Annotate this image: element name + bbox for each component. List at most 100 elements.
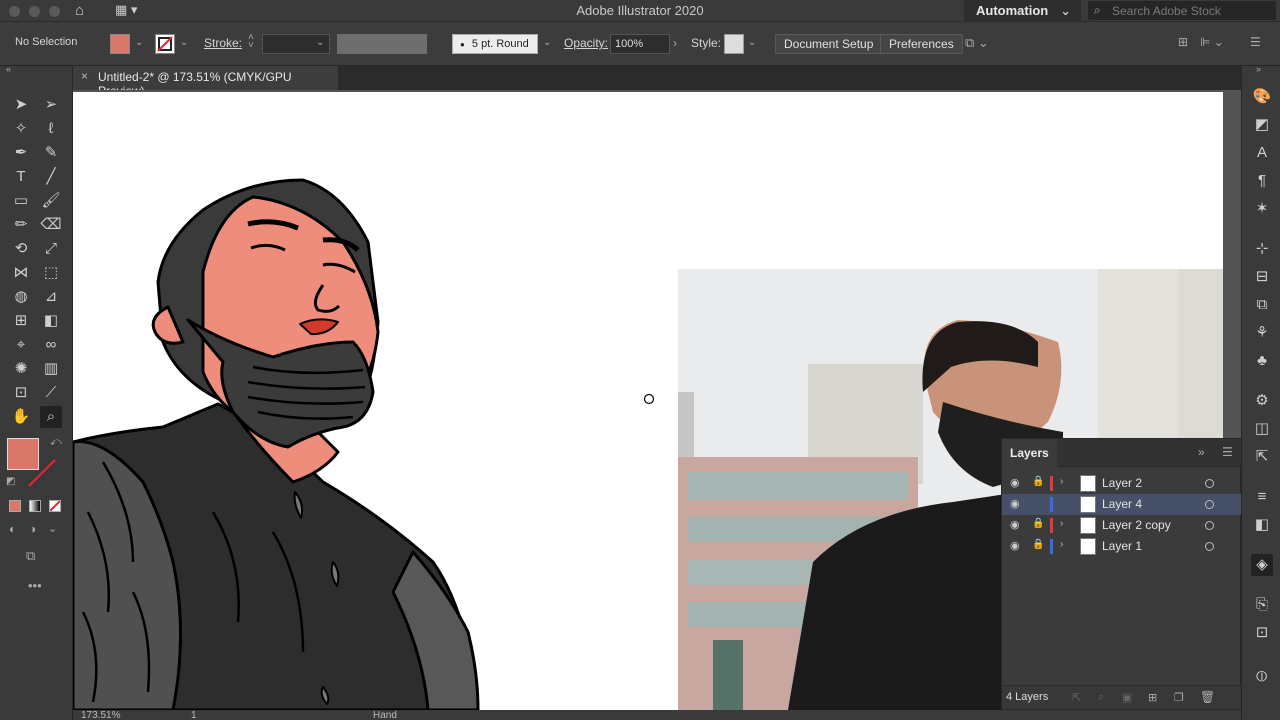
new-sublayer-icon[interactable]: ⊞	[1148, 691, 1157, 704]
chevron-right-icon[interactable]: ›	[1060, 539, 1063, 550]
stroke-label[interactable]: Stroke:	[204, 36, 242, 50]
document-setup-button[interactable]: Document Setup	[775, 34, 883, 54]
character-panel-icon[interactable]: A	[1251, 142, 1273, 164]
visibility-eye-icon[interactable]: ◉	[1010, 497, 1020, 510]
lasso-tool-icon[interactable]: ℓ	[40, 118, 62, 140]
panel-menu-icon[interactable]: ☰	[1222, 445, 1233, 459]
stroke-weight-stepper[interactable]: ˄ ˅	[248, 33, 254, 51]
layer-name[interactable]: Layer 2	[1102, 476, 1142, 490]
expand-panels-icon[interactable]: »	[1256, 64, 1261, 74]
gradient-tool-icon[interactable]: ◧	[40, 310, 62, 332]
preferences-button[interactable]: Preferences	[880, 34, 963, 54]
variable-width-profile[interactable]	[337, 34, 427, 54]
mesh-tool-icon[interactable]: ⊞	[10, 310, 32, 332]
layer-name[interactable]: Layer 2 copy	[1102, 518, 1171, 532]
align-panel-icon[interactable]: ⊟	[1251, 266, 1273, 288]
type-tool-icon[interactable]: T	[10, 166, 32, 188]
lock-icon[interactable]: 🔒	[1032, 476, 1044, 487]
opacity-label[interactable]: Opacity:	[564, 36, 608, 50]
visibility-eye-icon[interactable]: ◉	[1010, 539, 1020, 552]
stock-search-input[interactable]: ⌕ Search Adobe Stock	[1088, 1, 1276, 20]
layer-row[interactable]: ◉ 🔒 › Layer 1	[1002, 536, 1242, 557]
paragraph-panel-icon[interactable]: ¶	[1251, 170, 1273, 192]
pencil-tool-icon[interactable]: ✏	[10, 214, 32, 236]
graphic-styles-icon[interactable]: ◫	[1251, 418, 1273, 440]
opacity-input[interactable]: 100%	[610, 34, 670, 54]
zoom-level[interactable]: 173.51%	[81, 710, 120, 720]
shape-builder-tool-icon[interactable]: ◍	[10, 286, 32, 308]
layer-target-icon[interactable]	[1205, 479, 1214, 488]
chevron-down-icon[interactable]: ⌄	[316, 37, 324, 48]
chevron-right-icon[interactable]: ›	[1060, 518, 1063, 529]
color-mode-icon[interactable]	[9, 500, 21, 512]
lock-icon[interactable]: 🔒	[1032, 539, 1044, 550]
color-panel-icon[interactable]: 🎨	[1251, 86, 1273, 108]
artboard-tool-icon[interactable]: ⊡	[10, 382, 32, 404]
chevron-down-icon[interactable]: ⌄	[135, 37, 143, 48]
column-graph-tool-icon[interactable]: ▥	[40, 358, 62, 380]
layer-target-icon[interactable]	[1205, 500, 1214, 509]
close-icon[interactable]: ×	[81, 69, 88, 83]
screen-mode-icon[interactable]: ⧉	[26, 548, 35, 564]
pathfinder-panel-icon[interactable]: ⧉	[1251, 294, 1273, 316]
transform-panel-icon[interactable]: ⊹	[1251, 238, 1273, 260]
layers-panel-tab[interactable]: Layers	[1002, 439, 1057, 467]
blend-tool-icon[interactable]: ∞	[40, 334, 62, 356]
chevron-right-icon[interactable]: ›	[1060, 476, 1063, 487]
visibility-eye-icon[interactable]: ◉	[1010, 518, 1020, 531]
chevron-down-icon[interactable]: ⌄	[543, 37, 551, 48]
swap-fill-stroke-icon[interactable]: ⤺	[50, 436, 62, 449]
layer-name[interactable]: Layer 1	[1102, 539, 1142, 553]
layer-row[interactable]: ◉ Layer 4	[1002, 494, 1242, 515]
eyedropper-tool-icon[interactable]: ⌖	[10, 334, 32, 356]
fill-color-swatch[interactable]	[110, 34, 130, 54]
selection-tool-icon[interactable]: ➤	[10, 94, 32, 116]
none-mode-icon[interactable]	[49, 500, 61, 512]
draw-normal-icon[interactable]: ◐	[9, 522, 16, 536]
collapse-panel-icon[interactable]: »	[1198, 445, 1205, 459]
rectangle-tool-icon[interactable]: ▭	[10, 190, 32, 212]
zoom-tool-icon[interactable]: ⌕	[40, 406, 62, 428]
graphic-style-swatch[interactable]	[724, 34, 744, 54]
menu-icon[interactable]: ☰	[1250, 35, 1261, 49]
color-guide-icon[interactable]: ◩	[1251, 114, 1273, 136]
paintbrush-tool-icon[interactable]: 🖌	[40, 190, 62, 212]
layer-target-icon[interactable]	[1205, 542, 1214, 551]
rotate-tool-icon[interactable]: ⟲	[10, 238, 32, 260]
trash-icon[interactable]: 🗑	[1200, 690, 1215, 704]
appearance-panel-icon[interactable]: ⚙	[1251, 390, 1273, 412]
lock-icon[interactable]: 🔒	[1032, 518, 1044, 529]
magic-wand-tool-icon[interactable]: ✧	[10, 118, 32, 140]
perspective-grid-tool-icon[interactable]: ⊿	[40, 286, 62, 308]
align-icon[interactable]: ⊞	[1178, 35, 1188, 49]
chevron-down-icon[interactable]: ⌄	[180, 37, 188, 48]
layer-target-icon[interactable]	[1205, 521, 1214, 530]
curvature-tool-icon[interactable]: ✎	[40, 142, 62, 164]
layer-row[interactable]: ◉ 🔒 › Layer 2 copy	[1002, 515, 1242, 536]
line-segment-tool-icon[interactable]: ╱	[40, 166, 62, 188]
document-tab[interactable]: × Untitled-2* @ 173.51% (CMYK/GPU Previe…	[73, 66, 338, 98]
links-panel-icon[interactable]: ⇱	[1251, 446, 1273, 468]
gradient-mode-icon[interactable]	[29, 500, 41, 512]
scale-tool-icon[interactable]: ⤢	[40, 238, 62, 260]
new-layer-icon[interactable]: ❐	[1174, 691, 1184, 704]
layer-name[interactable]: Layer 4	[1102, 497, 1142, 511]
locate-object-icon[interactable]: ⌕	[1098, 691, 1104, 704]
layers-panel-icon[interactable]: ◈	[1251, 554, 1273, 576]
brush-definition-dropdown[interactable]: ● 5 pt. Round	[452, 34, 538, 54]
artboards-panel-icon[interactable]: ⊡	[1251, 622, 1273, 644]
export-icon[interactable]: ⇱	[1072, 691, 1081, 704]
gradient-panel-icon[interactable]: ◧	[1251, 514, 1273, 536]
eraser-tool-icon[interactable]: ⌫	[40, 214, 62, 236]
draw-behind-icon[interactable]: ◑	[29, 522, 36, 536]
chevron-down-icon[interactable]: ⌄	[748, 37, 756, 48]
clipping-mask-icon[interactable]: ▣	[1122, 691, 1132, 704]
visibility-eye-icon[interactable]: ◉	[1010, 476, 1020, 489]
layer-row[interactable]: ◉ 🔒 › Layer 2	[1002, 473, 1242, 494]
hand-tool-icon[interactable]: ✋	[10, 406, 32, 428]
width-tool-icon[interactable]: ⋈	[10, 262, 32, 284]
slice-tool-icon[interactable]: ⟋	[40, 382, 62, 404]
stroke-panel-icon[interactable]: ≡	[1251, 486, 1273, 508]
symbol-sprayer-tool-icon[interactable]: ✺	[10, 358, 32, 380]
more-tools-icon[interactable]: •••	[28, 578, 42, 593]
